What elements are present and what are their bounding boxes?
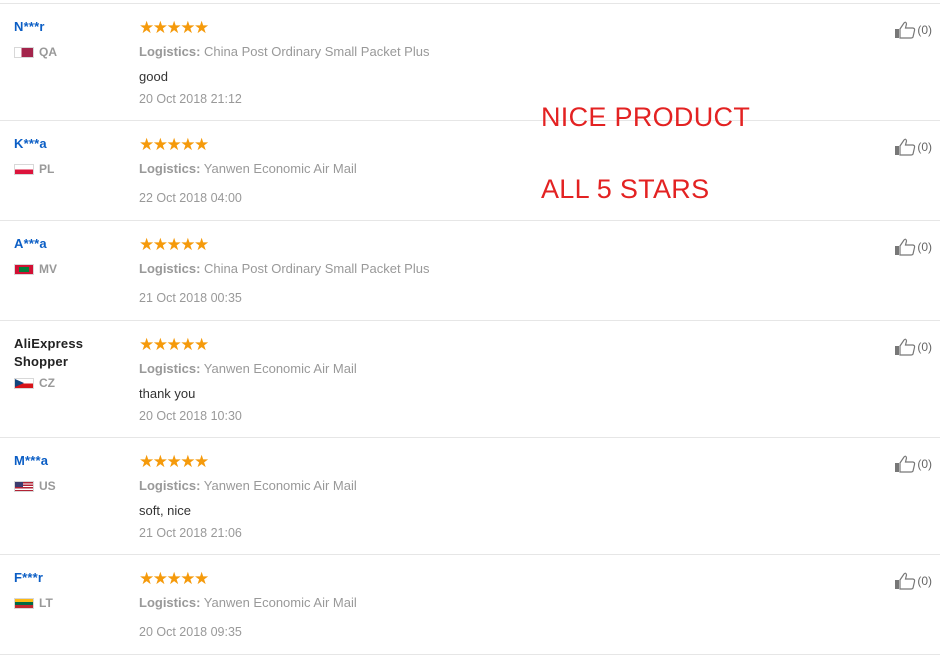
- review-content: ★★★★★ Logistics: China Post Ordinary Sma…: [139, 19, 839, 108]
- thumbs-up-icon: [895, 238, 916, 256]
- helpful-count: (0): [917, 23, 932, 37]
- annotation-nice-product: NICE PRODUCT: [541, 102, 751, 132]
- logistics-label: Logistics:: [139, 44, 201, 59]
- review-content: ★★★★★ Logistics: China Post Ordinary Sma…: [139, 236, 839, 307]
- helpful-count: (0): [917, 574, 932, 588]
- reviewer-country: QA: [14, 45, 129, 59]
- flag-us-icon: [14, 480, 34, 492]
- reviewer-name[interactable]: AliExpress Shopper: [14, 335, 104, 371]
- country-code: MV: [39, 262, 57, 276]
- star-rating: ★★★★★: [139, 335, 209, 354]
- logistics-method: Yanwen Economic Air Mail: [203, 595, 357, 610]
- review-date: 21 Oct 2018 21:06: [139, 526, 242, 540]
- logistics-method: China Post Ordinary Small Packet Plus: [204, 261, 430, 276]
- star-rating: ★★★★★: [139, 569, 209, 588]
- logistics-method: China Post Ordinary Small Packet Plus: [204, 44, 430, 59]
- review-date: 22 Oct 2018 04:00: [139, 191, 242, 205]
- reviewer-info: F***r LT: [14, 569, 129, 610]
- review-content: ★★★★★ Logistics: Yanwen Economic Air Mai…: [139, 336, 839, 425]
- helpful-button[interactable]: (0): [894, 21, 932, 39]
- review-item: F***r LT ★★★★★ Logistics: Yanwen Economi…: [0, 555, 940, 655]
- review-comment: soft, nice: [139, 503, 192, 518]
- thumbs-up-icon: [895, 455, 916, 473]
- review-content: ★★★★★ Logistics: Yanwen Economic Air Mai…: [139, 453, 839, 542]
- reviewer-info: A***a MV: [14, 235, 129, 276]
- country-code: QA: [39, 45, 57, 59]
- helpful-button[interactable]: (0): [894, 138, 932, 156]
- star-rating: ★★★★★: [139, 452, 209, 471]
- flag-mv-icon: [14, 263, 34, 275]
- review-date: 20 Oct 2018 10:30: [139, 409, 242, 423]
- helpful-button[interactable]: (0): [894, 572, 932, 590]
- logistics-label: Logistics:: [139, 161, 201, 176]
- thumbs-up-icon: [895, 338, 916, 356]
- country-code: US: [39, 479, 56, 493]
- helpful-button[interactable]: (0): [894, 338, 932, 356]
- reviewer-country: PL: [14, 162, 129, 176]
- logistics-info: Logistics: China Post Ordinary Small Pac…: [139, 260, 839, 277]
- helpful-count: (0): [917, 240, 932, 254]
- reviewer-country: CZ: [14, 376, 129, 390]
- review-item: M***a US ★★★★★ Logistics: Yanwen Economi…: [0, 438, 940, 555]
- review-date: 20 Oct 2018 09:35: [139, 625, 242, 639]
- logistics-label: Logistics:: [139, 478, 201, 493]
- logistics-info: Logistics: Yanwen Economic Air Mail: [139, 160, 839, 177]
- star-rating: ★★★★★: [139, 135, 209, 154]
- reviewer-name[interactable]: A***a: [14, 235, 129, 253]
- country-code: PL: [39, 162, 55, 176]
- star-rating: ★★★★★: [139, 18, 209, 37]
- reviewer-info: M***a US: [14, 452, 129, 493]
- logistics-info: Logistics: Yanwen Economic Air Mail: [139, 594, 839, 611]
- reviewer-country: LT: [14, 596, 129, 610]
- review-item: K***a PL ★★★★★ Logistics: Yanwen Economi…: [0, 121, 940, 221]
- review-item: AliExpress Shopper CZ ★★★★★ Logistics: Y…: [0, 321, 940, 438]
- logistics-label: Logistics:: [139, 361, 201, 376]
- reviewer-name[interactable]: K***a: [14, 135, 129, 153]
- reviewer-name[interactable]: F***r: [14, 569, 129, 587]
- thumbs-up-icon: [895, 572, 916, 590]
- reviewer-info: N***r QA: [14, 18, 129, 59]
- helpful-button[interactable]: (0): [894, 455, 932, 473]
- helpful-count: (0): [917, 457, 932, 471]
- logistics-info: Logistics: Yanwen Economic Air Mail: [139, 477, 839, 494]
- reviewer-country: MV: [14, 262, 129, 276]
- logistics-info: Logistics: Yanwen Economic Air Mail: [139, 360, 839, 377]
- review-item: A***a MV ★★★★★ Logistics: China Post Ord…: [0, 221, 940, 321]
- annotation-all-5-stars: ALL 5 STARS: [541, 174, 710, 204]
- reviewer-name[interactable]: M***a: [14, 452, 129, 470]
- flag-pl-icon: [14, 163, 34, 175]
- flag-cz-icon: [14, 377, 34, 389]
- logistics-label: Logistics:: [139, 261, 201, 276]
- flag-qa-icon: [14, 46, 34, 58]
- logistics-info: Logistics: China Post Ordinary Small Pac…: [139, 43, 839, 60]
- helpful-count: (0): [917, 340, 932, 354]
- helpful-count: (0): [917, 140, 932, 154]
- country-code: CZ: [39, 376, 55, 390]
- helpful-button[interactable]: (0): [894, 238, 932, 256]
- reviewer-name[interactable]: N***r: [14, 18, 129, 36]
- logistics-method: Yanwen Economic Air Mail: [203, 161, 357, 176]
- review-content: ★★★★★ Logistics: Yanwen Economic Air Mai…: [139, 136, 839, 207]
- reviewer-info: K***a PL: [14, 135, 129, 176]
- review-date: 21 Oct 2018 00:35: [139, 291, 242, 305]
- star-rating: ★★★★★: [139, 235, 209, 254]
- review-item: N***r QA ★★★★★ Logistics: China Post Ord…: [0, 4, 940, 121]
- review-comment: good: [139, 69, 168, 84]
- country-code: LT: [39, 596, 53, 610]
- logistics-method: Yanwen Economic Air Mail: [203, 478, 357, 493]
- reviewer-info: AliExpress Shopper CZ: [14, 335, 129, 390]
- review-comment: thank you: [139, 386, 196, 401]
- flag-lt-icon: [14, 597, 34, 609]
- logistics-label: Logistics:: [139, 595, 201, 610]
- logistics-method: Yanwen Economic Air Mail: [203, 361, 357, 376]
- thumbs-up-icon: [895, 21, 916, 39]
- review-content: ★★★★★ Logistics: Yanwen Economic Air Mai…: [139, 570, 839, 641]
- thumbs-up-icon: [895, 138, 916, 156]
- reviewer-country: US: [14, 479, 129, 493]
